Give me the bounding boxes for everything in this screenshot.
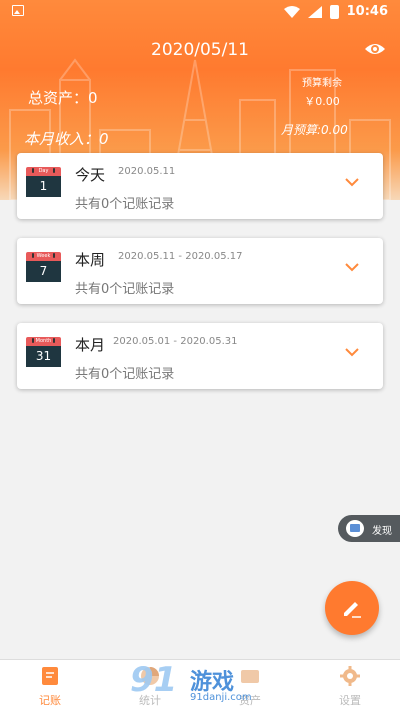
chevron-down-icon[interactable] (345, 263, 359, 272)
week-card[interactable]: Week 7 本周 2020.05.11 - 2020.05.17 共有0个记账… (17, 238, 383, 304)
card-date-range: 2020.05.11 (118, 166, 176, 177)
card-summary: 共有0个记账记录 (75, 282, 175, 297)
discover-button[interactable]: 发现 (338, 515, 400, 542)
monthly-budget[interactable]: 月预算:0.00 (281, 121, 348, 138)
card-date-range: 2020.05.01 - 2020.05.31 (113, 336, 238, 347)
calendar-icon: Day 1 (26, 167, 61, 197)
image-icon (12, 5, 24, 16)
monthly-income: 本月收入：0 (24, 130, 109, 148)
card-title: 本周 (75, 251, 106, 269)
signal-icon (307, 5, 322, 18)
card-title: 今天 (75, 166, 106, 184)
eye-icon[interactable] (364, 40, 386, 58)
budget-remaining-value: ￥0.00 (304, 95, 340, 108)
tab-label: 记账 (39, 694, 61, 707)
add-record-button[interactable] (325, 581, 379, 635)
battery-icon (329, 4, 339, 19)
calendar-number: 31 (26, 346, 61, 367)
card-summary: 共有0个记账记录 (75, 367, 175, 382)
chevron-down-icon[interactable] (345, 348, 359, 357)
budget-remaining-label: 预算剩余 (302, 78, 342, 89)
status-bar: 10:46 (0, 0, 400, 24)
card-date-range: 2020.05.11 - 2020.05.17 (118, 251, 243, 262)
wifi-icon (283, 5, 300, 18)
tab-settings[interactable]: 设置 (300, 660, 400, 711)
calendar-icon: Week 7 (26, 252, 61, 282)
discover-label: 发现 (372, 526, 392, 537)
pencil-icon (344, 602, 361, 618)
card-summary: 共有0个记账记录 (75, 197, 175, 212)
calendar-icon: Month 31 (26, 337, 61, 367)
tab-ledger[interactable]: 记账 (0, 660, 100, 711)
month-card[interactable]: Month 31 本月 2020.05.01 - 2020.05.31 共有0个… (17, 323, 383, 389)
tab-label: 设置 (339, 694, 361, 707)
watermark-number: 91 (130, 660, 178, 700)
chevron-down-icon[interactable] (345, 178, 359, 187)
calendar-label: Day (38, 168, 49, 174)
current-date[interactable]: 2020/05/11 (0, 40, 400, 60)
calendar-number: 7 (26, 261, 61, 282)
watermark-url: 91danji.com (190, 692, 252, 703)
today-card[interactable]: Day 1 今天 2020.05.11 共有0个记账记录 (17, 153, 383, 219)
discover-icon (346, 520, 364, 537)
status-time: 10:46 (346, 4, 388, 19)
gear-icon (340, 666, 360, 686)
calendar-label: Month (35, 338, 52, 344)
calendar-number: 1 (26, 176, 61, 197)
ledger-icon (42, 667, 58, 685)
card-title: 本月 (75, 336, 106, 354)
total-assets: 总资产：0 (28, 89, 98, 107)
calendar-label: Week (36, 253, 51, 259)
site-watermark: 91 游戏 91danji.com (128, 658, 278, 708)
